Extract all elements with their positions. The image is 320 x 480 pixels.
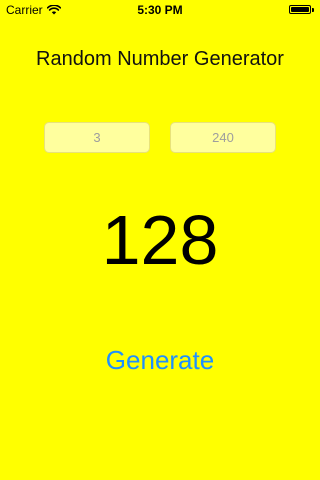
min-value-field[interactable]	[44, 122, 150, 153]
app-title: Random Number Generator	[36, 48, 284, 70]
status-time: 5:30 PM	[137, 3, 183, 17]
status-bar: Carrier 5:30 PM	[0, 0, 320, 20]
battery-icon	[289, 5, 314, 14]
generate-button[interactable]: Generate	[80, 340, 240, 380]
app-screen: Carrier 5:30 PM Random Number Generator …	[0, 0, 320, 480]
max-value-field[interactable]	[170, 122, 276, 153]
random-result: 128	[101, 201, 219, 279]
